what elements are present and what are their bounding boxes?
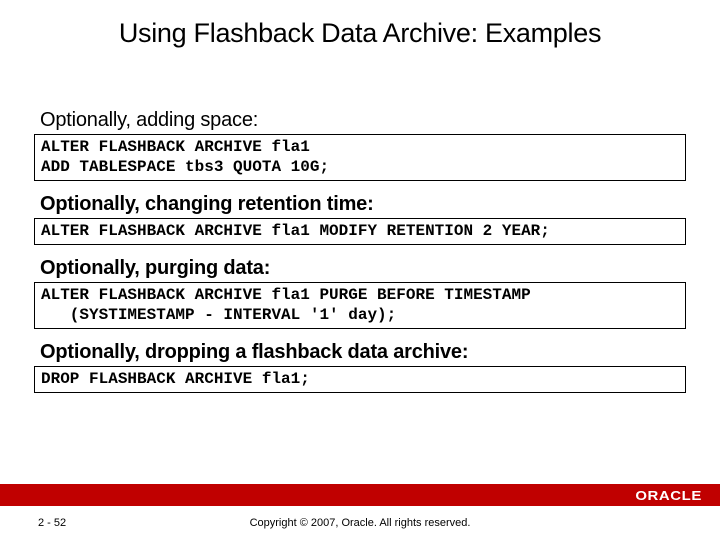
section-label: Optionally, purging data: — [40, 257, 686, 280]
footer: ORACLE 2 - 52 Copyright © 2007, Oracle. … — [0, 484, 720, 540]
section-label: Optionally, adding space: — [40, 109, 686, 132]
slide: Using Flashback Data Archive: Examples O… — [0, 0, 720, 540]
content-area: Optionally, adding space: ALTER FLASHBAC… — [0, 109, 720, 393]
oracle-logo: ORACLE — [635, 488, 702, 503]
footer-text: 2 - 52 Copyright © 2007, Oracle. All rig… — [0, 506, 720, 540]
code-block: ALTER FLASHBACK ARCHIVE fla1 PURGE BEFOR… — [34, 282, 686, 329]
code-block: DROP FLASHBACK ARCHIVE fla1; — [34, 366, 686, 393]
copyright-text: Copyright © 2007, Oracle. All rights res… — [0, 517, 720, 529]
page-number: 2 - 52 — [38, 517, 66, 529]
code-block: ALTER FLASHBACK ARCHIVE fla1 ADD TABLESP… — [34, 134, 686, 181]
section-label: Optionally, changing retention time: — [40, 193, 686, 216]
section-label: Optionally, dropping a flashback data ar… — [40, 341, 686, 364]
page-title: Using Flashback Data Archive: Examples — [0, 18, 720, 49]
code-block: ALTER FLASHBACK ARCHIVE fla1 MODIFY RETE… — [34, 218, 686, 245]
brand-bar: ORACLE — [0, 484, 720, 506]
